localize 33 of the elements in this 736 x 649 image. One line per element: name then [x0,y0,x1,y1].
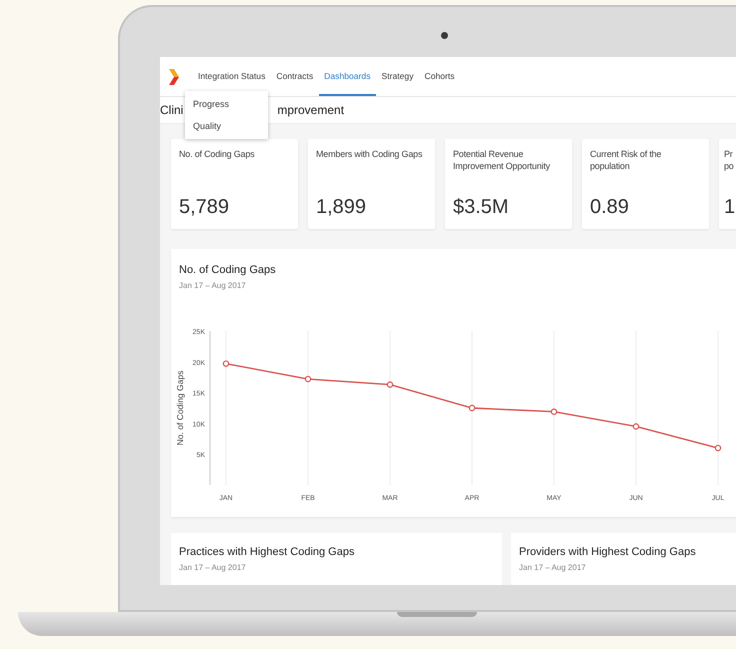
data-point [550,408,558,415]
card-title: Practices with Highest Coding Gaps [179,546,356,558]
stat-label: Pr po [724,149,735,172]
logo-icon [169,68,179,84]
stat-label: Current Risk of the population [590,149,662,172]
data-point [714,444,722,452]
stat-label: No. of Coding Gaps [179,149,256,161]
y-axis-title: No. of Coding Gaps [175,370,185,446]
data-point [632,423,640,430]
page-title: Clini [160,103,184,117]
data-point [468,404,476,412]
stat-value: 0.89 [590,196,630,219]
stat-value: 5,789 [179,196,230,219]
stat-label: Members with Coding Gaps [316,149,424,161]
card-subtitle: Jan 17 – Aug 2017 [519,562,587,572]
page-title: mprovement [277,103,344,117]
data-point [222,360,230,367]
camera-icon [440,32,448,39]
dropdown-item[interactable]: Quality [185,115,268,137]
chart-subtitle: Jan 17 – Aug 2017 [178,280,247,290]
nav-tab[interactable]: Cohorts [420,57,460,96]
nav-tab[interactable]: Strategy [376,57,419,96]
stat-value: 1 [724,196,736,219]
stat-value: 1,899 [316,196,368,219]
nav-tab[interactable]: Contracts [271,57,318,96]
stat-value: $3.5M [453,196,510,219]
dropdown-item[interactable]: Progress [185,93,268,115]
card-title: Providers with Highest Coding Gaps [519,546,697,558]
chart-title: No. of Coding Gaps [178,264,277,276]
card-subtitle: Jan 17 – Aug 2017 [179,562,247,572]
data-point [304,376,312,382]
data-point [386,381,394,388]
stat-label: Potential Revenue Improvement Opportunity [453,149,551,172]
